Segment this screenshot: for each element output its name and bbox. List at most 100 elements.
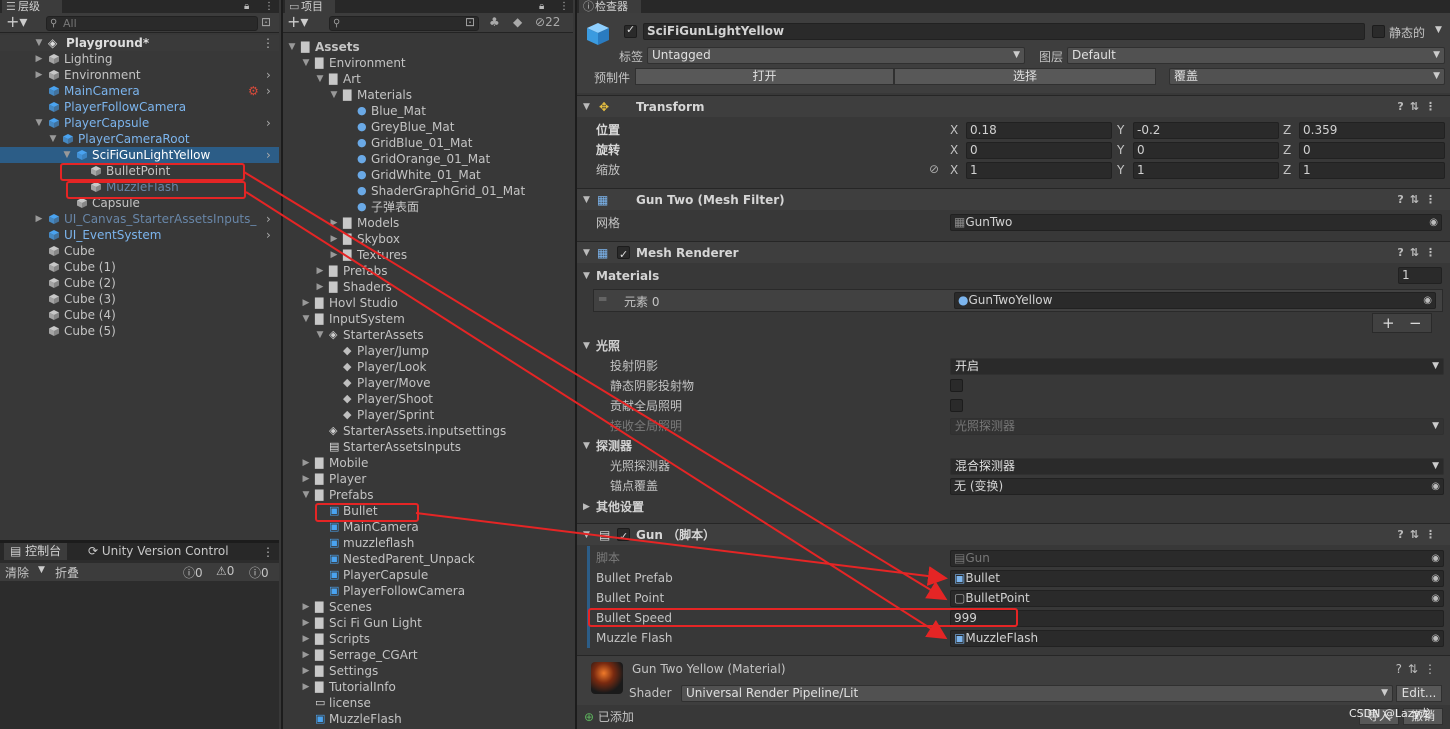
clear-button[interactable]: 清除 bbox=[5, 564, 29, 581]
position-x-axis-label[interactable]: X bbox=[950, 120, 958, 140]
project-asset[interactable]: ▼ ◈ StarterAssets bbox=[283, 327, 573, 343]
clear-dropdown-icon[interactable]: ▼ bbox=[38, 565, 45, 575]
hierarchy-item[interactable]: ▼ PlayerCapsule › bbox=[0, 115, 279, 131]
position-z-field[interactable]: 0.359 bbox=[1299, 122, 1445, 139]
search-type-icon[interactable]: ⊡ bbox=[465, 15, 475, 29]
shader-dropdown[interactable]: Universal Render Pipeline/Lit ▼ bbox=[681, 685, 1393, 702]
object-picker-icon[interactable]: ◉ bbox=[1431, 631, 1440, 646]
project-folder[interactable]: ▼ ▇ Prefabs bbox=[283, 487, 573, 503]
component-help-icons[interactable]: ?⇅⋮ bbox=[1397, 189, 1442, 211]
bullet-speed-field[interactable]: 999 bbox=[950, 610, 1444, 627]
object-name-field[interactable]: SciFiGunLightYellow bbox=[643, 23, 1365, 40]
position-y-axis-label[interactable]: Y bbox=[1117, 120, 1124, 140]
bullet-point-field[interactable]: ▢BulletPoint ◉ bbox=[950, 590, 1444, 607]
rotation-y-axis-label[interactable]: Y bbox=[1117, 140, 1124, 160]
rotation-x-axis-label[interactable]: X bbox=[950, 140, 958, 160]
project-folder[interactable]: ▼ ▇ Assets bbox=[283, 39, 573, 55]
expand-arrow-icon[interactable]: ▶ bbox=[301, 615, 311, 631]
project-folder[interactable]: ▶ ▇ Skybox bbox=[283, 231, 573, 247]
project-asset[interactable]: ◆ Player/Shoot bbox=[283, 391, 573, 407]
project-folder[interactable]: ▶ ▇ Shaders bbox=[283, 279, 573, 295]
hierarchy-item[interactable]: Cube (5) bbox=[0, 323, 279, 339]
project-folder[interactable]: ▼ ▇ Materials bbox=[283, 87, 573, 103]
hidden-packages-icon[interactable]: ⊘22 bbox=[535, 15, 560, 29]
tab-console[interactable]: ▤ 控制台 bbox=[4, 543, 68, 560]
constrain-proportions-icon[interactable]: ⊘ bbox=[929, 162, 939, 176]
mesh-field[interactable]: ▦GunTwo ◉ bbox=[950, 214, 1442, 231]
drag-handle-icon[interactable]: ═ bbox=[599, 292, 606, 306]
script-enabled-checkbox[interactable] bbox=[617, 526, 630, 548]
project-folder[interactable]: ▼ ▇ Environment bbox=[283, 55, 573, 71]
tag-dropdown[interactable]: Untagged ▼ bbox=[647, 47, 1025, 64]
static-shadow-checkbox[interactable] bbox=[950, 379, 963, 392]
project-asset[interactable]: ◆ Player/Sprint bbox=[283, 407, 573, 423]
prefab-select-button[interactable]: 选择 bbox=[894, 68, 1156, 85]
expand-arrow-icon[interactable]: ▶ bbox=[329, 231, 339, 247]
expand-arrow-icon[interactable]: ▶ bbox=[301, 679, 311, 695]
project-asset[interactable]: ◆ Player/Look bbox=[283, 359, 573, 375]
contribute-gi-checkbox[interactable] bbox=[950, 399, 963, 412]
component-help-icons[interactable]: ?⇅⋮ bbox=[1397, 524, 1442, 546]
scale-z-axis-label[interactable]: Z bbox=[1283, 160, 1291, 180]
prefab-open-button[interactable]: 打开 bbox=[635, 68, 894, 85]
project-asset[interactable]: ▭ license bbox=[283, 695, 573, 711]
rotation-z-field[interactable]: 0 bbox=[1299, 142, 1445, 159]
hierarchy-item[interactable]: Cube (3) bbox=[0, 291, 279, 307]
component-help-icons[interactable]: ?⇅⋮ bbox=[1397, 242, 1442, 264]
expand-arrow-icon[interactable]: ▶ bbox=[301, 631, 311, 647]
hierarchy-search-input[interactable]: ⚲ All bbox=[46, 16, 258, 31]
project-asset[interactable]: ◆ Player/Move bbox=[283, 375, 573, 391]
muzzle-flash-field[interactable]: ▣MuzzleFlash ◉ bbox=[950, 630, 1444, 647]
project-asset[interactable]: ▣ PlayerFollowCamera bbox=[283, 583, 573, 599]
bullet-prefab-field[interactable]: ▣Bullet ◉ bbox=[950, 570, 1444, 587]
project-folder[interactable]: ▼ ▇ Art bbox=[283, 71, 573, 87]
object-picker-icon[interactable]: ◉ bbox=[1429, 215, 1438, 230]
chevron-right-icon[interactable]: › bbox=[266, 147, 271, 163]
expand-arrow-icon[interactable]: ▶ bbox=[301, 455, 311, 471]
remove-element-button[interactable]: − bbox=[1409, 314, 1422, 332]
expand-arrow-icon[interactable]: ▼ bbox=[62, 147, 72, 163]
light-probes-dropdown[interactable]: 混合探测器 ▼ bbox=[950, 458, 1444, 475]
project-folder[interactable]: ▶ ▇ Models bbox=[283, 215, 573, 231]
rotation-y-field[interactable]: 0 bbox=[1133, 142, 1279, 159]
material-element-field[interactable]: ●GunTwoYellow ◉ bbox=[954, 292, 1436, 309]
mesh-renderer-header[interactable]: ▼ ▦ Mesh Renderer ?⇅⋮ bbox=[577, 241, 1450, 266]
project-asset[interactable]: ● 子弹表面 bbox=[283, 199, 573, 215]
expand-arrow-icon[interactable]: ▼ bbox=[329, 87, 339, 103]
project-asset[interactable]: ● ShaderGraphGrid_01_Mat bbox=[283, 183, 573, 199]
scale-x-field[interactable]: 1 bbox=[966, 162, 1112, 179]
object-picker-icon[interactable]: ◉ bbox=[1423, 293, 1432, 308]
transform-header[interactable]: ▼ ✥ Transform ?⇅⋮ bbox=[577, 95, 1450, 117]
expand-arrow-icon[interactable]: ▶ bbox=[315, 263, 325, 279]
project-folder[interactable]: ▶ ▇ Scripts bbox=[283, 631, 573, 647]
project-asset[interactable]: ▤ StarterAssetsInputs bbox=[283, 439, 573, 455]
chevron-right-icon[interactable]: › bbox=[266, 227, 271, 243]
material-help-icons[interactable]: ?⇅⋮ bbox=[1396, 662, 1442, 676]
expand-arrow-icon[interactable]: ▶ bbox=[301, 647, 311, 663]
info-count[interactable]: ⓘ0 bbox=[183, 564, 203, 581]
project-asset[interactable]: ▣ PlayerCapsule bbox=[283, 567, 573, 583]
collapse-button[interactable]: 折叠 bbox=[55, 564, 79, 581]
position-z-axis-label[interactable]: Z bbox=[1283, 120, 1291, 140]
expand-arrow-icon[interactable]: ▼ bbox=[287, 39, 297, 55]
expand-arrow-icon[interactable]: ▶ bbox=[34, 211, 44, 227]
shader-edit-button[interactable]: Edit... bbox=[1396, 685, 1442, 702]
prefab-override-dropdown[interactable]: 覆盖 ▼ bbox=[1169, 68, 1445, 85]
expand-arrow-icon[interactable]: ▼ bbox=[315, 327, 325, 343]
hierarchy-item[interactable]: MainCamera ⚙ › bbox=[0, 83, 279, 99]
renderer-enabled-checkbox[interactable] bbox=[617, 244, 630, 266]
project-asset[interactable]: ◆ Player/Jump bbox=[283, 343, 573, 359]
add-element-button[interactable]: + bbox=[1382, 314, 1395, 332]
expand-arrow-icon[interactable]: ▼ bbox=[301, 487, 311, 503]
chevron-right-icon[interactable]: › bbox=[266, 67, 271, 83]
expand-arrow-icon[interactable]: ▶ bbox=[301, 663, 311, 679]
expand-arrow-icon[interactable]: ▼ bbox=[48, 131, 58, 147]
anchor-override-field[interactable]: 无 (变换) ◉ bbox=[950, 478, 1444, 495]
scale-y-axis-label[interactable]: Y bbox=[1117, 160, 1124, 180]
hierarchy-item[interactable]: Cube (2) bbox=[0, 275, 279, 291]
console-menu-icon[interactable]: ⋮ bbox=[262, 545, 274, 559]
layer-dropdown[interactable]: Default ▼ bbox=[1067, 47, 1445, 64]
scene-menu-icon[interactable]: ⋮ bbox=[262, 35, 274, 51]
scale-x-axis-label[interactable]: X bbox=[950, 160, 958, 180]
hierarchy-item[interactable]: ▶ Lighting bbox=[0, 51, 279, 67]
